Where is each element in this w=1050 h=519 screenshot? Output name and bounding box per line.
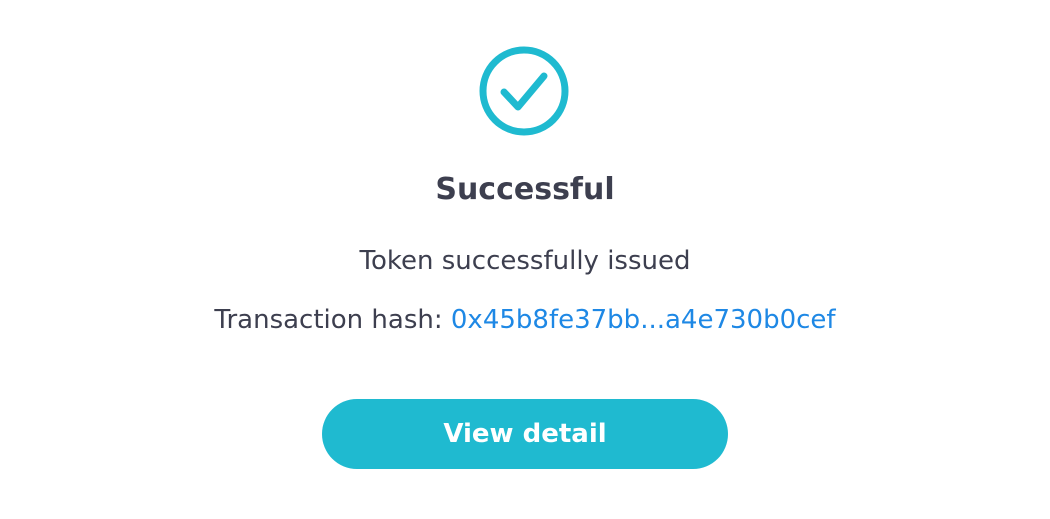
- check-circle-icon: [478, 45, 570, 137]
- transaction-hash-link[interactable]: 0x45b8fe37bb...a4e730b0cef: [451, 305, 836, 335]
- status-title: Successful: [435, 172, 615, 207]
- transaction-hash-row: Transaction hash: 0x45b8fe37bb...a4e730b…: [0, 302, 1050, 338]
- status-message: Token successfully issued: [359, 246, 691, 276]
- success-dialog: Successful Token successfully issued Tra…: [0, 0, 1050, 519]
- transaction-hash-label: Transaction hash:: [214, 305, 451, 335]
- view-detail-button[interactable]: View detail: [322, 399, 728, 469]
